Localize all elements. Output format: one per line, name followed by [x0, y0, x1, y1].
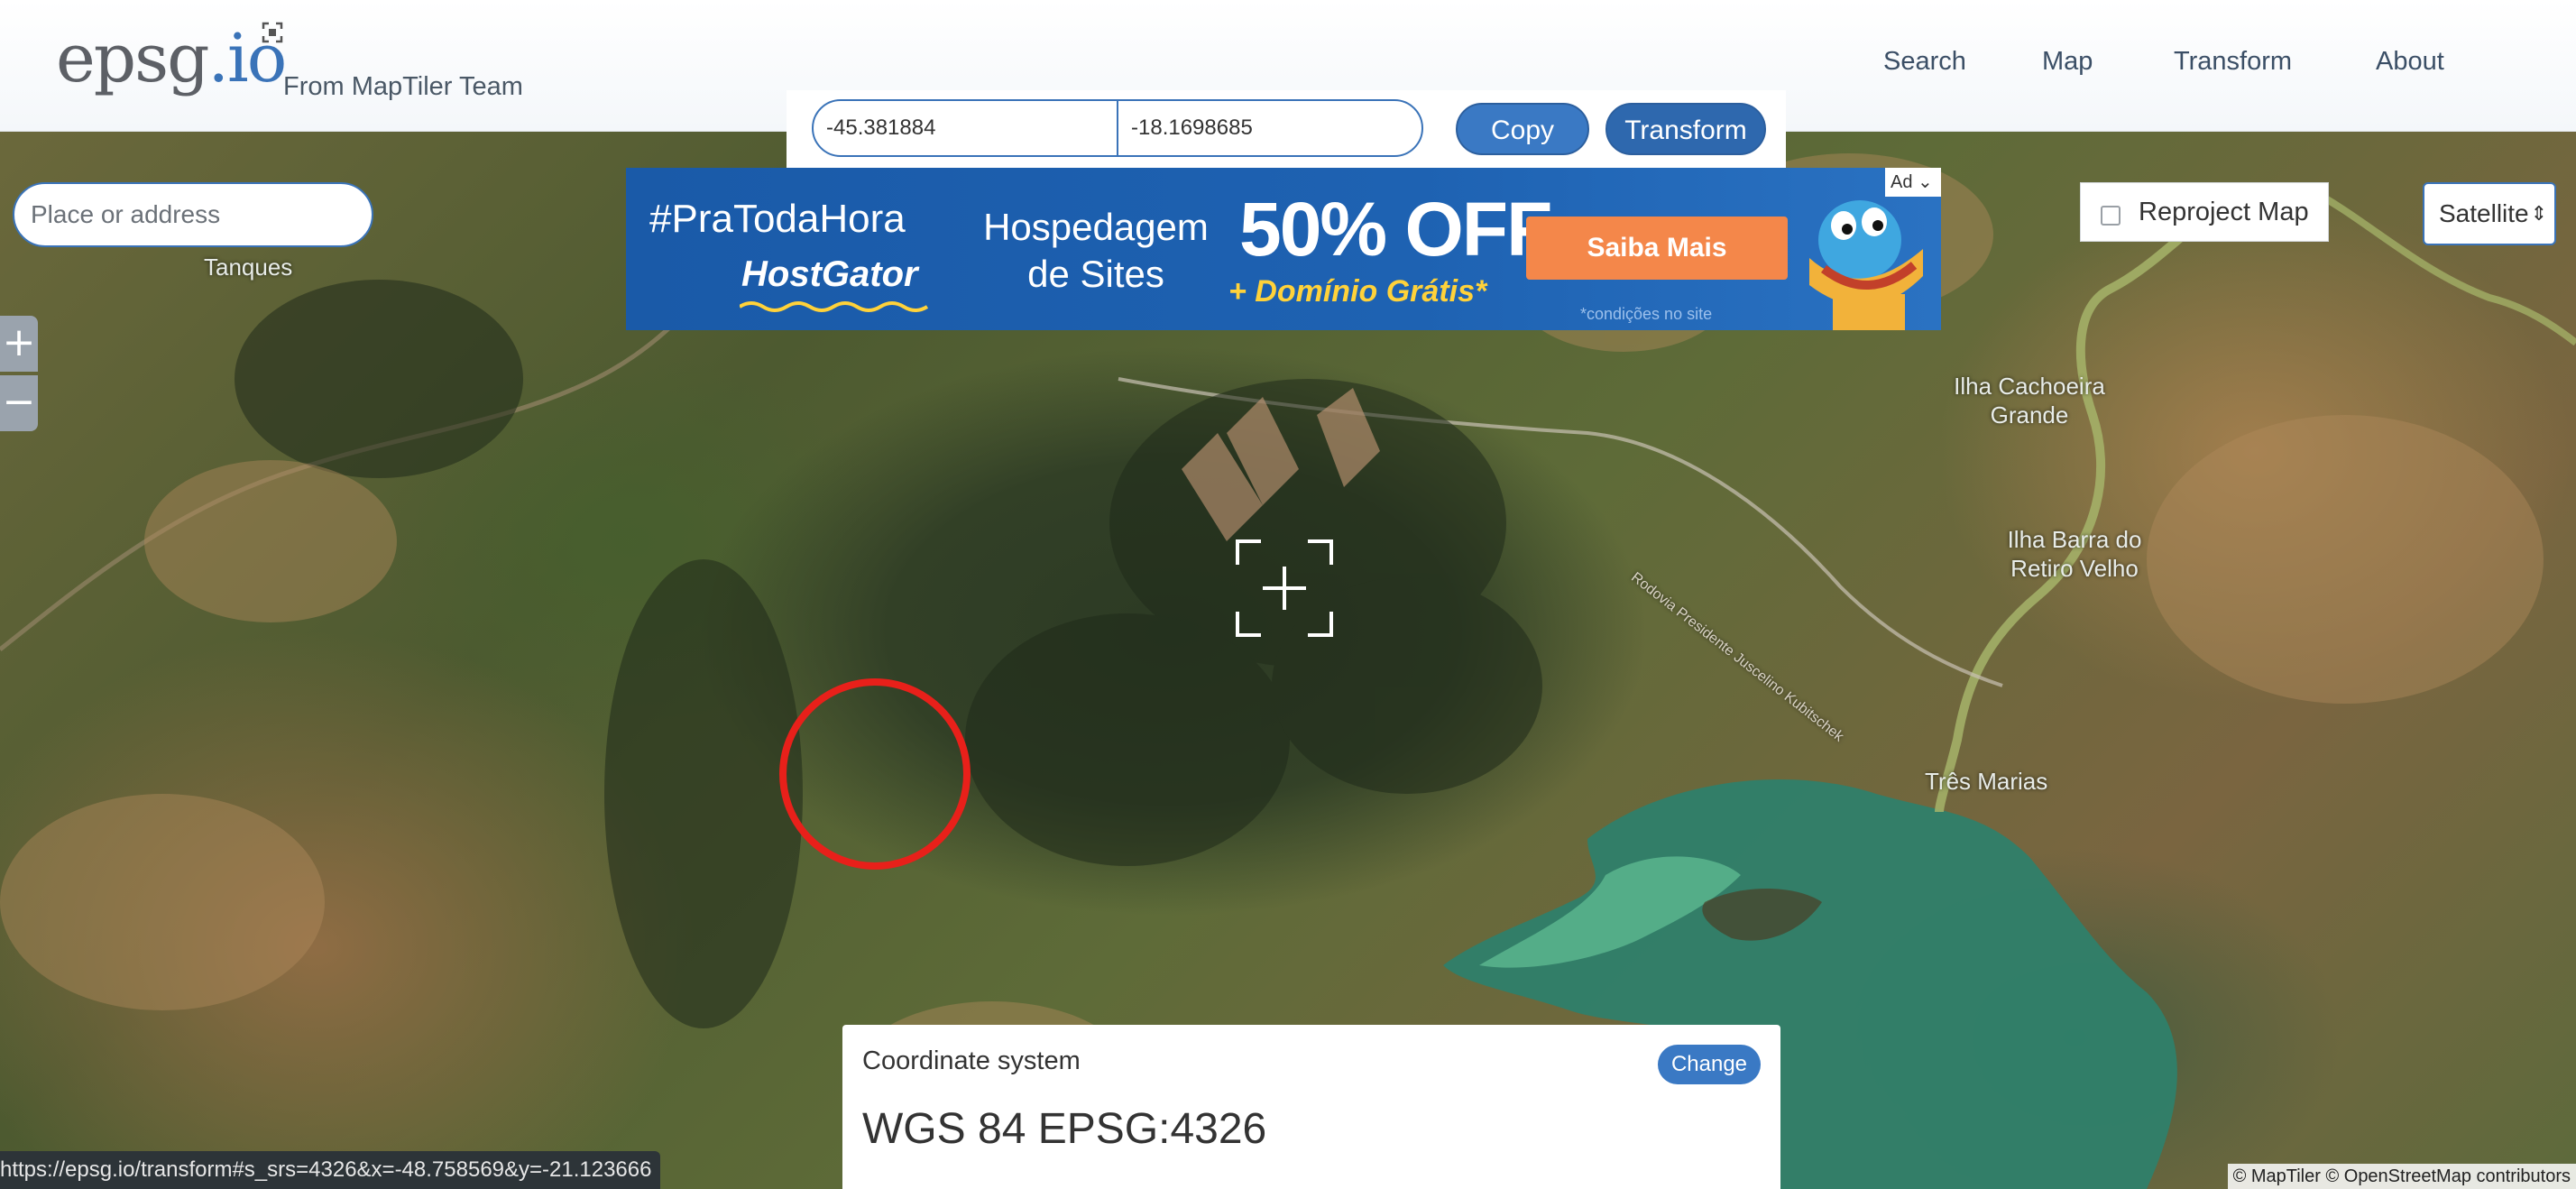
ad-bonus: + Domínio Grátis* [1228, 274, 1487, 309]
zoom-in-button[interactable]: + [0, 316, 38, 372]
gator-mascot [1809, 200, 1923, 330]
place-search-input[interactable]: Place or address [13, 182, 373, 247]
zoom-out-button[interactable]: − [0, 375, 38, 431]
transform-button[interactable]: Transform [1605, 103, 1766, 155]
select-arrows-icon: ⇕ [2530, 202, 2547, 225]
layer-select[interactable]: Satellite ⇕ [2423, 182, 2556, 245]
ad-banner[interactable]: #PraTodaHora HostGator Hospedagem de Sit… [626, 168, 1941, 330]
ad-hashtag: #PraTodaHora [649, 197, 906, 241]
reproject-label: Reproject Map [2139, 198, 2309, 226]
ad-tag-label: Ad [1891, 172, 1913, 192]
ad-wave-decoration [740, 301, 929, 312]
map-label-ilha-cachoeira: Ilha Cachoeira Grande [1954, 373, 2105, 429]
y-coordinate-input[interactable]: -18.1698685 [1117, 99, 1423, 157]
expand-icon[interactable] [262, 22, 283, 43]
change-crs-button[interactable]: Change [1658, 1045, 1761, 1084]
layer-select-value: Satellite [2439, 199, 2529, 227]
ad-disclaimer: *condições no site [1580, 305, 1713, 323]
ad-service: Hospedagem de Sites [983, 206, 1209, 295]
highlight-circle [779, 678, 971, 870]
ad-offer: 50% OFF [1239, 187, 1552, 272]
nav-transform[interactable]: Transform [2174, 47, 2292, 77]
reproject-map-toggle[interactable]: Reproject Map [2080, 182, 2329, 242]
coordinate-input-panel: -45.381884 -18.1698685 Copy Transform [787, 90, 1786, 173]
crosshair-icon [1236, 539, 1333, 637]
reproject-checkbox[interactable] [2101, 206, 2121, 226]
logo-text: epsg [56, 20, 210, 97]
ad-choices-icon[interactable]: Ad ⌄ [1885, 168, 1941, 197]
coordinate-system-panel: Coordinate system Change WGS 84 EPSG:432… [842, 1025, 1780, 1189]
tagline: From MapTiler Team [283, 72, 523, 101]
map-label-ilha-barra: Ilha Barra do Retiro Velho [2007, 526, 2142, 582]
status-bar-url: https://epsg.io/transform#s_srs=4326&x=-… [0, 1151, 661, 1189]
nav-map[interactable]: Map [2042, 47, 2093, 77]
x-coordinate-input[interactable]: -45.381884 [812, 99, 1118, 157]
ad-cta-button[interactable]: Saiba Mais [1526, 217, 1788, 280]
site-logo[interactable]: epsg.io [56, 20, 287, 97]
map-label-tres-marias: Três Marias [1925, 768, 2048, 795]
nav-search[interactable]: Search [1883, 47, 1966, 77]
coordinate-system-title: Coordinate system [862, 1046, 1081, 1075]
map-label-tanques: Tanques [204, 253, 293, 281]
nav-about[interactable]: About [2376, 47, 2444, 77]
copy-button[interactable]: Copy [1456, 103, 1589, 155]
map-attribution[interactable]: © MapTiler © OpenStreetMap contributors [2227, 1164, 2576, 1189]
ad-brand: HostGator [741, 254, 918, 294]
coordinate-system-value: WGS 84 EPSG:4326 [862, 1105, 1267, 1153]
